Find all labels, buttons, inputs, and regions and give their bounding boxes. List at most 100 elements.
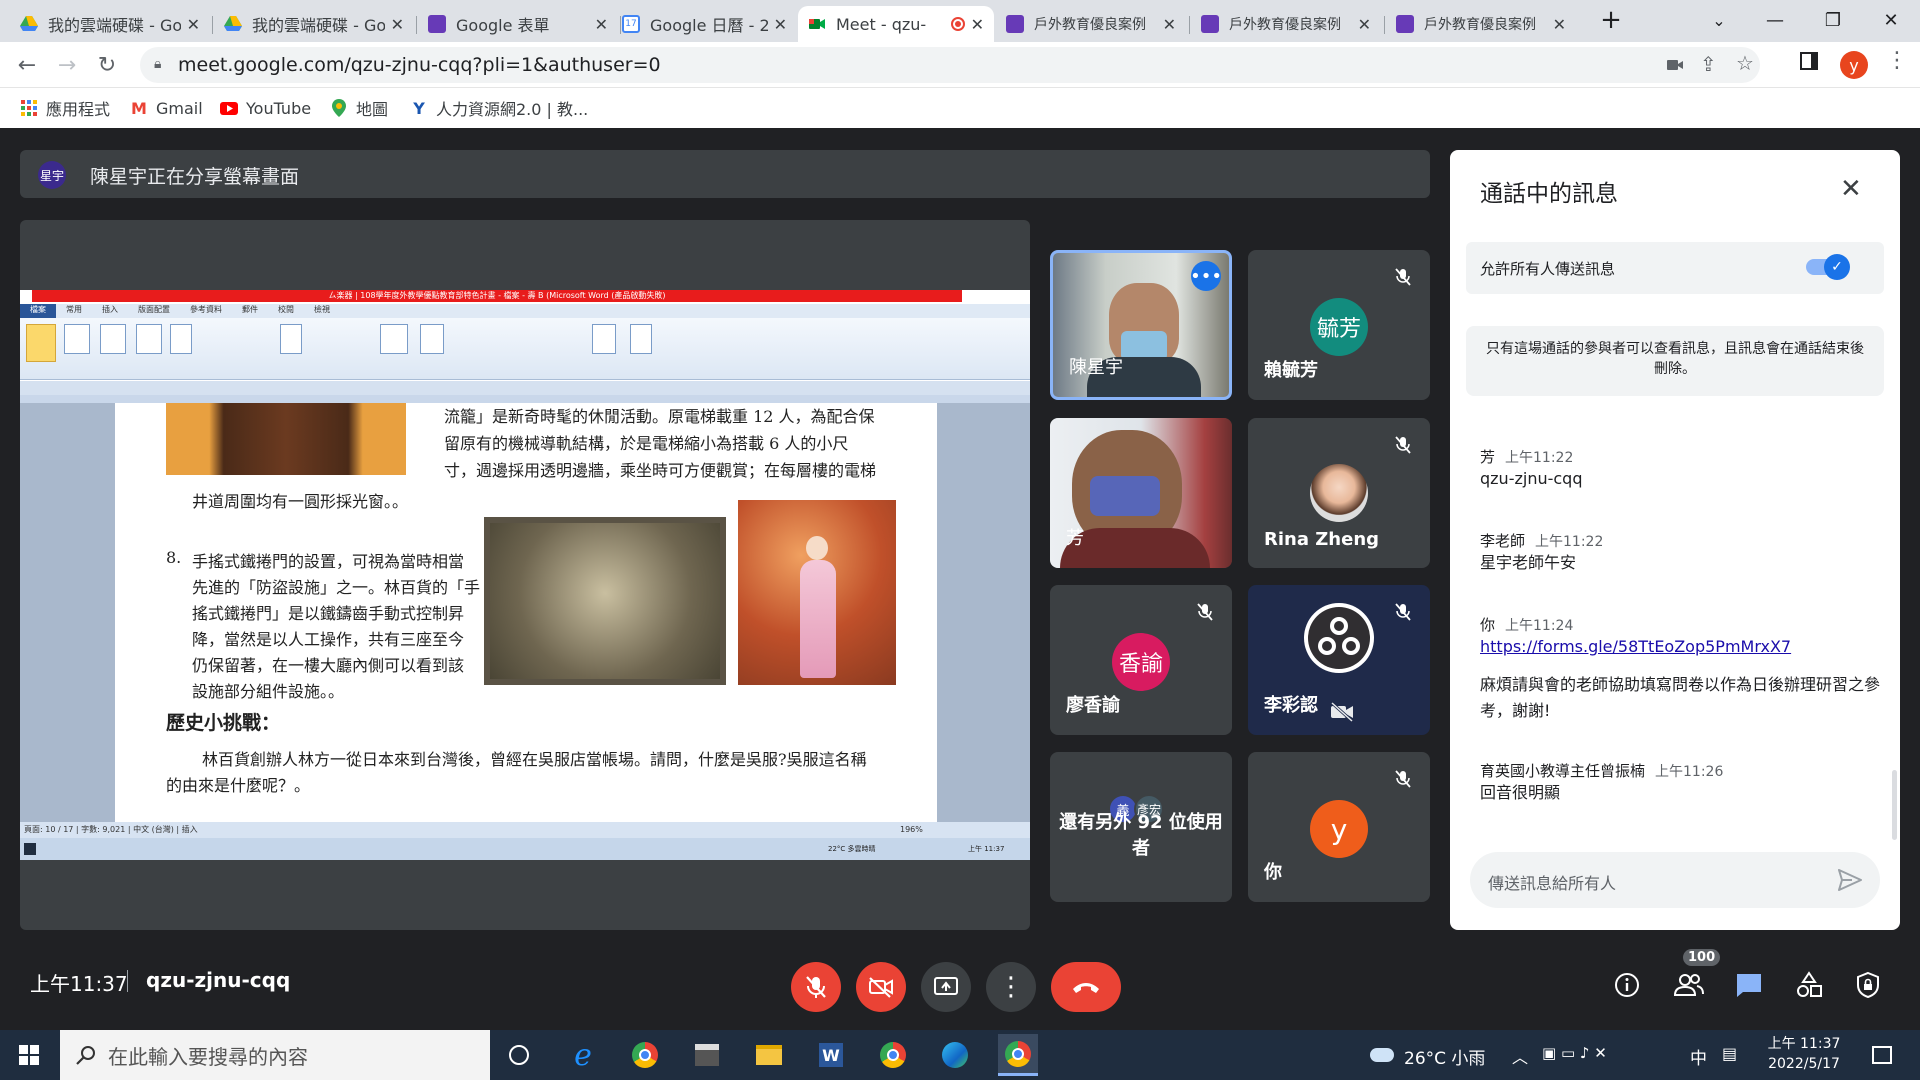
participant-avatar: 毓芳 [1310, 298, 1368, 356]
side-panel-icon[interactable] [1800, 52, 1818, 70]
participant-tile-self[interactable]: y 你 [1248, 752, 1430, 902]
more-options-icon[interactable]: ⋮ [986, 962, 1036, 1012]
tab-title: 戶外教育優良案例 [1034, 17, 1146, 33]
taskbar-weather[interactable]: 26°C 小雨 [1404, 1044, 1485, 1069]
end-call-button[interactable] [1051, 962, 1121, 1012]
minimize-button[interactable]: — [1752, 0, 1798, 40]
mic-off-icon [806, 976, 826, 998]
others-tile[interactable]: 義 彥宏 還有另外 92 位使用者 [1050, 752, 1232, 902]
tab-close-icon[interactable]: ✕ [1553, 15, 1566, 34]
new-tab-button[interactable]: + [1588, 0, 1634, 40]
meeting-details-button[interactable] [1607, 965, 1647, 1005]
message-text: 回音很明顯 [1480, 783, 1561, 802]
tab-close-icon[interactable]: ✕ [774, 15, 787, 34]
google-forms-icon [1396, 15, 1414, 33]
browser-tab[interactable]: 我的雲端硬碟 - Go ✕ [10, 6, 210, 42]
browser-menu-icon[interactable]: ⋮ [1886, 48, 1908, 73]
browser-tab[interactable]: 我的雲端硬碟 - Go ✕ [214, 6, 414, 42]
profile-avatar[interactable]: y [1840, 51, 1868, 79]
more-options-button[interactable]: ••• [1190, 261, 1222, 291]
reload-button[interactable]: ↻ [94, 52, 120, 78]
tab-close-icon[interactable]: ✕ [1163, 15, 1176, 34]
participant-tile[interactable]: 李彩認 [1248, 585, 1430, 735]
edge-icon[interactable] [938, 1038, 972, 1072]
tab-close-icon[interactable]: ✕ [391, 15, 404, 34]
ribbon-tab[interactable]: 校閱 [268, 304, 304, 318]
tray-status-icons[interactable]: ▣ ▭ ♪ ✕ [1542, 1044, 1607, 1062]
address-bar[interactable]: 🔒︎ meet.google.com/qzu-zjnu-cqq?pli=1&au… [140, 47, 1760, 83]
browser-tab[interactable]: 戶外教育優良案例 ✕ [1191, 6, 1381, 42]
taskbar-clock[interactable]: 上午 11:37 2022/5/17 [1764, 1034, 1844, 1074]
taskbar-search-box[interactable]: 在此輸入要搜尋的內容 [60, 1030, 490, 1080]
task-view-icon[interactable] [502, 1038, 536, 1072]
bookmark-star-icon[interactable]: ☆ [1736, 51, 1754, 75]
ribbon-tab[interactable]: 檢視 [304, 304, 340, 318]
browser-tab-active[interactable]: Meet - qzu- ✕ [798, 6, 994, 42]
browser-tab[interactable]: 戶外教育優良案例 ✕ [996, 6, 1186, 42]
message-text: 麻煩請與會的老師協助填寫問卷以作為日後辦理研習之參考，謝謝! [1480, 675, 1881, 720]
allow-messages-row: 允許所有人傳送訊息 ✓ [1466, 242, 1884, 294]
ime-indicator[interactable]: 中 [1690, 1044, 1707, 1069]
forward-button[interactable]: → [54, 52, 80, 78]
internet-explorer-icon[interactable]: e [566, 1038, 600, 1073]
people-icon [1674, 974, 1704, 996]
bookmark-gmail[interactable]: M Gmail [130, 96, 203, 120]
browser-tab[interactable]: 戶外教育優良案例 ✕ [1386, 6, 1576, 42]
tab-close-icon[interactable]: ✕ [971, 15, 984, 34]
participants-button[interactable]: 100 [1669, 949, 1721, 1005]
allow-messages-toggle[interactable]: ✓ [1806, 254, 1850, 280]
bookmark-maps[interactable]: 地圖 [330, 96, 388, 120]
participant-tile[interactable]: 芳 [1050, 418, 1232, 568]
camera-toggle-button[interactable] [856, 962, 906, 1012]
maximize-button[interactable]: ❐ [1810, 0, 1856, 40]
ribbon-tab[interactable]: 版面配置 [128, 304, 180, 318]
close-panel-button[interactable]: ✕ [1840, 174, 1862, 204]
windows-start-button[interactable] [12, 1038, 46, 1072]
ribbon-tab-file[interactable]: 檔案 [20, 304, 56, 318]
ribbon-tab[interactable]: 插入 [92, 304, 128, 318]
ribbon-tab[interactable]: 參考資料 [180, 304, 232, 318]
camera-icon[interactable] [1666, 57, 1684, 73]
close-window-button[interactable]: ✕ [1868, 0, 1914, 40]
chat-scrollbar[interactable] [1892, 770, 1897, 840]
word-icon[interactable]: W [814, 1038, 848, 1072]
doc-line: 井道周圍均有一圓形採光窗。。 [192, 492, 409, 511]
tab-close-icon[interactable]: ✕ [187, 15, 200, 34]
activities-button[interactable] [1789, 965, 1829, 1005]
participant-tile[interactable]: 香諭 廖香諭 [1050, 585, 1232, 735]
bookmark-youtube[interactable]: YouTube [220, 96, 311, 120]
back-button[interactable]: ← [14, 52, 40, 78]
ime-mode-icon[interactable]: ▤ [1722, 1044, 1737, 1063]
ribbon-tab[interactable]: 常用 [56, 304, 92, 318]
tray-chevron-icon[interactable]: ︿ [1512, 1044, 1528, 1068]
participant-tile[interactable]: 毓芳 賴毓芳 [1248, 250, 1430, 400]
browser-tab[interactable]: Google 表單 ✕ [418, 6, 618, 42]
present-screen-button[interactable] [921, 962, 971, 1012]
message-link[interactable]: https://forms.gle/58TtEoZop5PmMrxX7 [1480, 634, 1880, 660]
chat-button-active[interactable] [1729, 965, 1769, 1005]
chrome-icon[interactable] [628, 1038, 662, 1072]
chrome-active-icon[interactable] [998, 1034, 1038, 1076]
message-header: 李老師 上午11:22 [1480, 530, 1603, 551]
tab-close-icon[interactable]: ✕ [1358, 15, 1371, 34]
chrome-profile-icon[interactable] [876, 1038, 910, 1072]
chat-input[interactable]: 傳送訊息給所有人 [1470, 852, 1880, 908]
tab-close-icon[interactable]: ✕ [595, 15, 608, 34]
lock-icon[interactable]: 🔒︎ [154, 56, 161, 72]
video-editor-icon[interactable] [690, 1038, 724, 1072]
host-controls-button[interactable] [1848, 965, 1888, 1005]
bookmark-apps[interactable]: 應用程式 [20, 96, 110, 120]
share-icon[interactable]: ⇪ [1700, 52, 1717, 76]
file-explorer-icon[interactable] [752, 1038, 786, 1072]
tab-search-chevron-icon[interactable]: ⌄ [1696, 0, 1742, 40]
mic-toggle-button[interactable] [791, 962, 841, 1012]
bookmark-hr-network[interactable]: Y 人力資源網2.0 | 教... [410, 96, 588, 120]
participant-tile[interactable]: Rina Zheng [1248, 418, 1430, 568]
doc-line: 寸，週邊採用透明邊牆，乘坐時可方便觀賞；在每層樓的電梯 [444, 461, 877, 480]
participant-tile-speaking[interactable]: 陳星宇 ••• [1050, 250, 1232, 400]
ribbon-tab[interactable]: 郵件 [232, 304, 268, 318]
notification-icon[interactable] [1872, 1046, 1892, 1064]
browser-tab[interactable]: 17 Google 日曆 - 20 ✕ [612, 6, 797, 42]
send-icon[interactable] [1838, 869, 1862, 891]
allow-messages-label: 允許所有人傳送訊息 [1480, 260, 1616, 278]
